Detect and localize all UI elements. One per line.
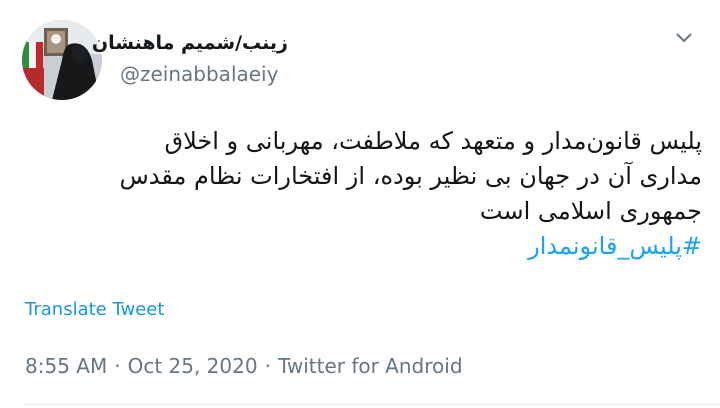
tweet-text-line: مداری آن در جهان بی نظیر بوده، از افتخار… [119, 162, 702, 190]
meta-separator: · [264, 354, 271, 378]
tweet-date[interactable]: Oct 25, 2020 [128, 354, 258, 378]
user-handle[interactable]: @zeinabbalaeiy [120, 62, 278, 86]
divider [25, 404, 720, 405]
tweet-text-line: جمهوری اسلامی است [479, 197, 702, 225]
tweet-text: پلیس قانون‌مدار و متعهد که ملاطفت، مهربا… [20, 124, 702, 264]
hashtag-link[interactable]: #پلیس_قانونمدار [20, 229, 702, 264]
translate-tweet-link[interactable]: Translate Tweet [25, 299, 164, 320]
profile-photo [22, 20, 102, 100]
tweet-source[interactable]: Twitter for Android [278, 354, 463, 378]
tweet-meta: 8:55 AM · Oct 25, 2020 · Twitter for Android [25, 354, 463, 378]
avatar[interactable] [22, 20, 102, 100]
chevron-down-icon[interactable] [674, 30, 694, 46]
display-name[interactable]: زینب/شمیم ماهنشان [92, 32, 288, 54]
tweet-time[interactable]: 8:55 AM [25, 354, 107, 378]
meta-separator: · [114, 354, 121, 378]
tweet-text-line: پلیس قانون‌مدار و متعهد که ملاطفت، مهربا… [164, 127, 702, 155]
